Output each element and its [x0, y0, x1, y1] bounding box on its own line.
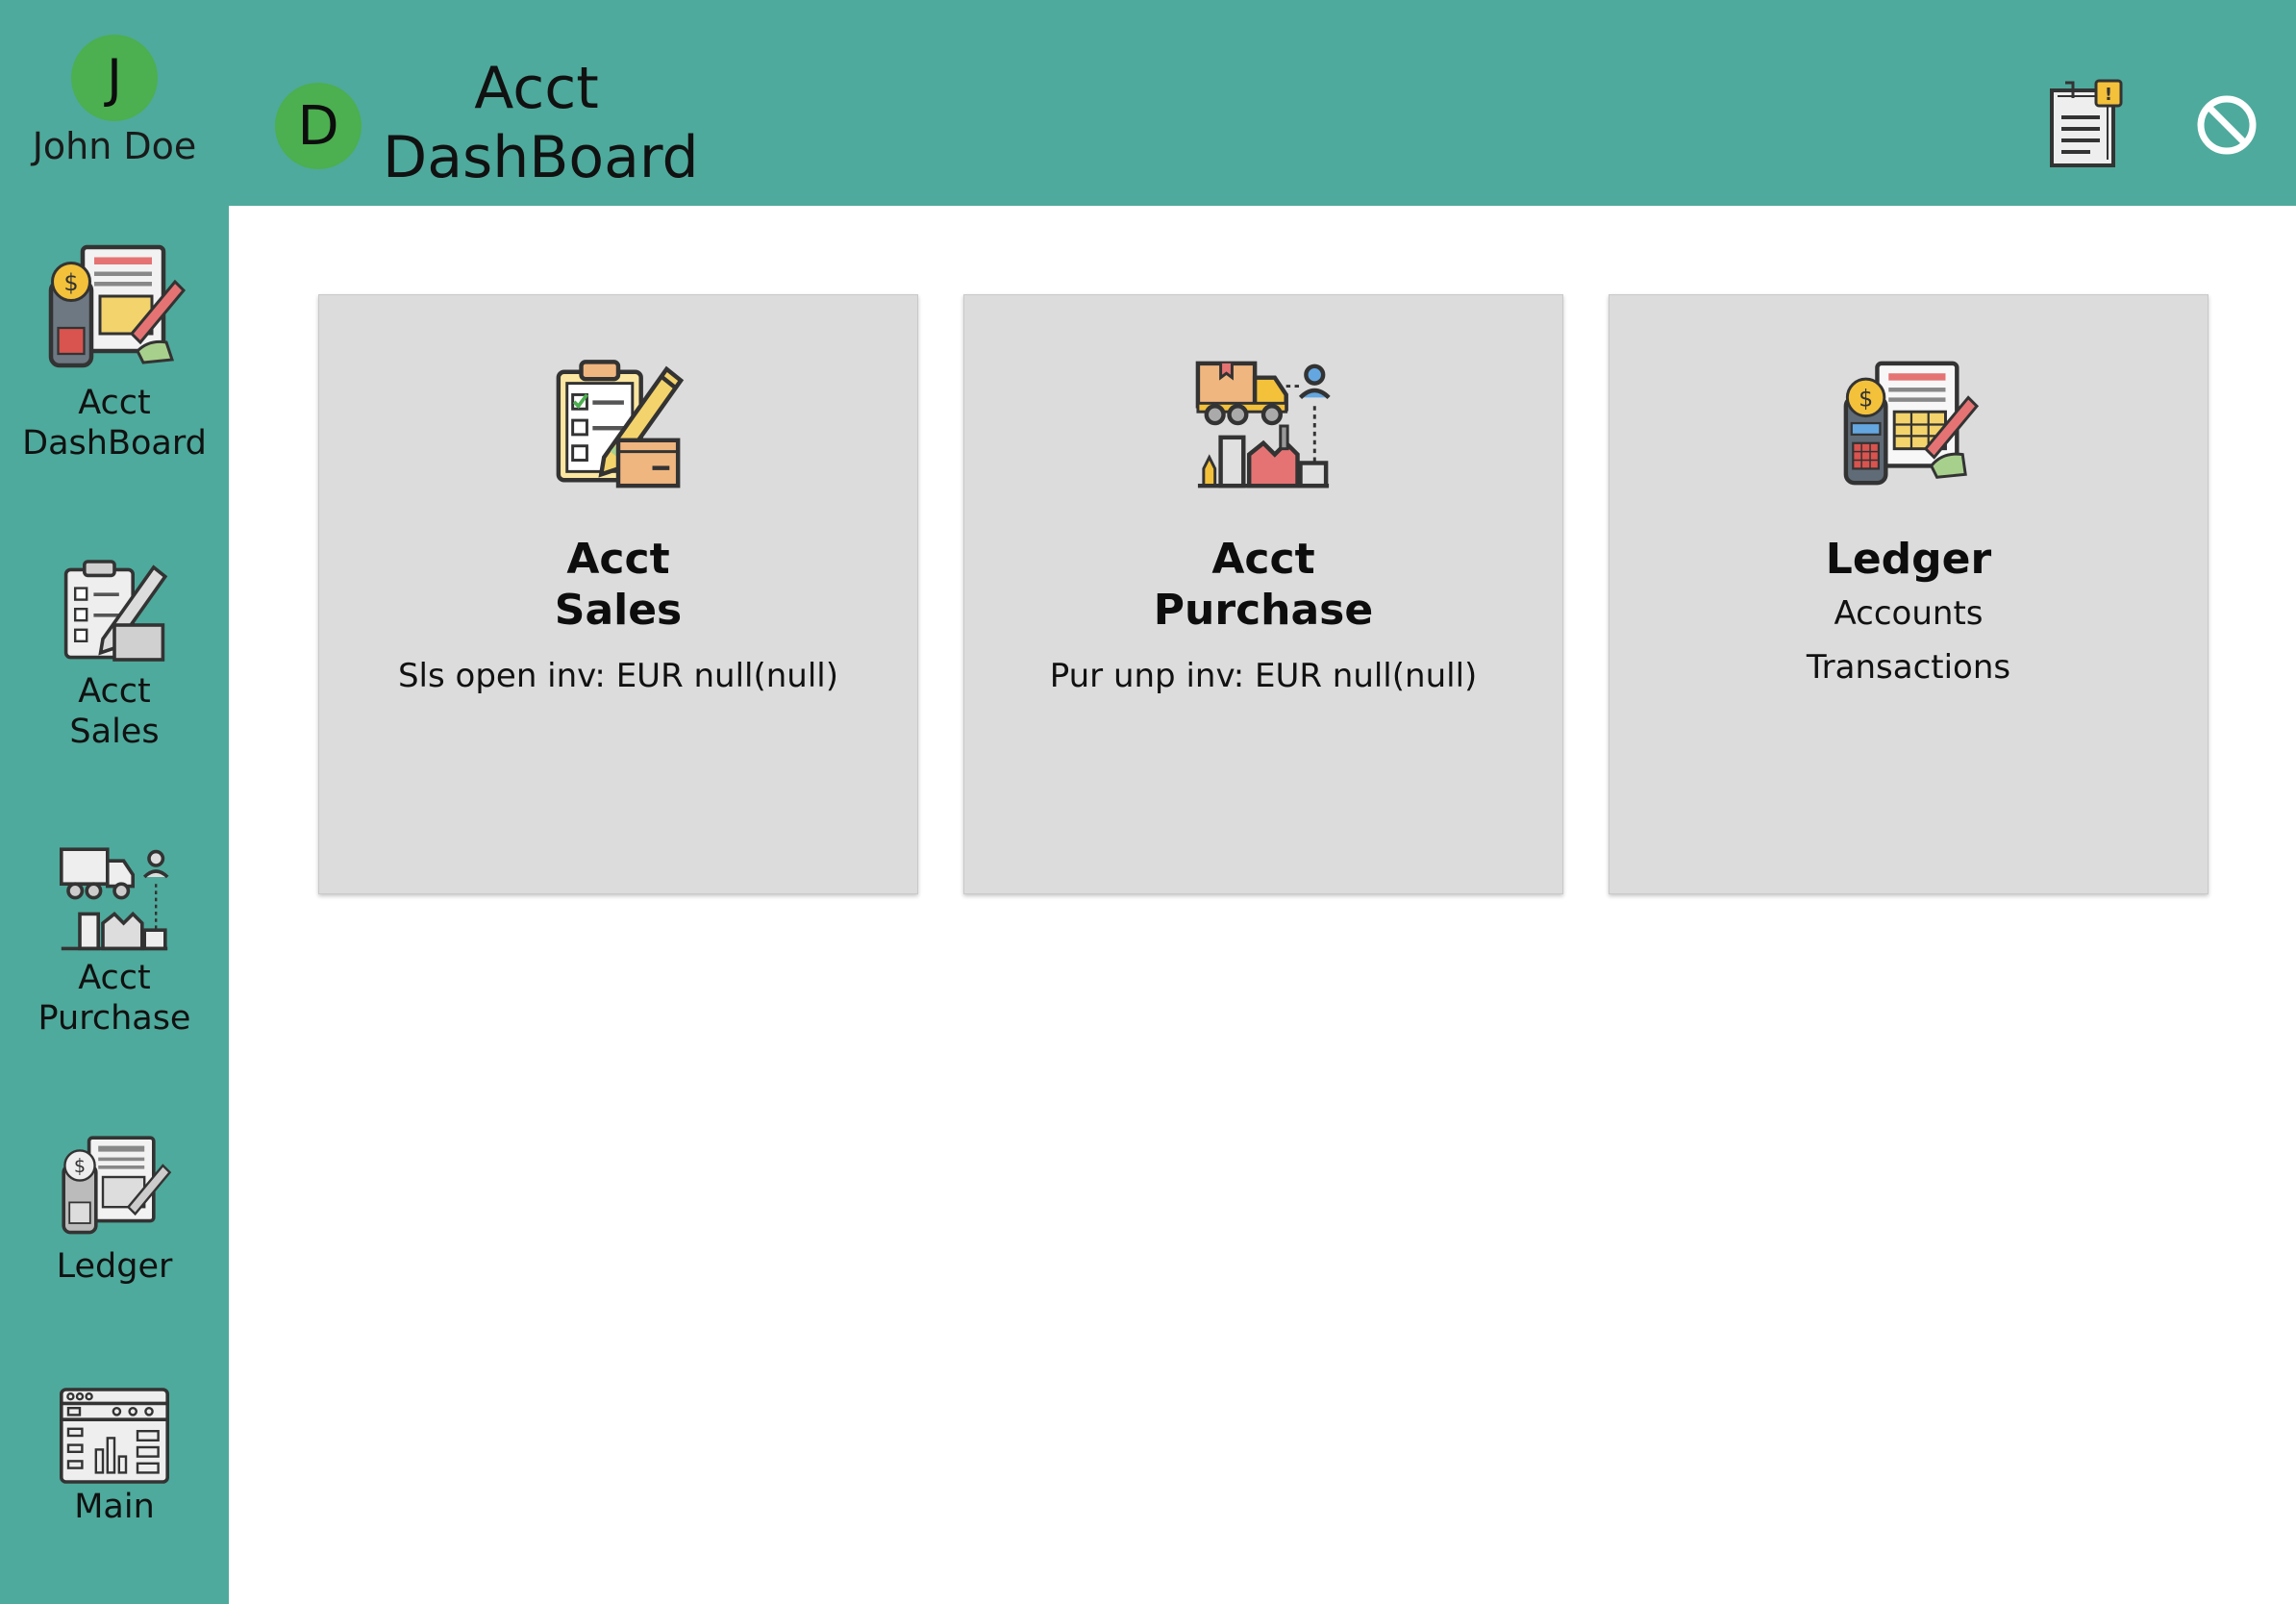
user-profile[interactable]: J John Doe: [0, 35, 229, 167]
block-button[interactable]: [2196, 94, 2258, 160]
sidebar-item-label: Acct Purchase: [37, 959, 191, 1038]
svg-text:$: $: [1859, 385, 1873, 412]
svg-text:$: $: [74, 1155, 86, 1177]
svg-text:!: !: [2105, 85, 2112, 105]
sidebar-item-ledger[interactable]: $ Ledger: [0, 1131, 229, 1287]
card-acct-purchase[interactable]: Acct Purchase Pur unp inv: EUR null(null…: [963, 294, 1563, 894]
sidebar-item-main[interactable]: Main: [0, 1385, 229, 1527]
sidebar-item-label: Acct Sales: [69, 672, 160, 751]
card-acct-sales[interactable]: Acct Sales Sls open inv: EUR null(null): [318, 294, 918, 894]
ledger-payment-icon: $: [1843, 361, 1980, 486]
svg-text:$: $: [63, 269, 78, 296]
notes-alert-icon: !: [2050, 79, 2123, 167]
purchase-truck-icon: [60, 847, 169, 951]
card-subtitle: Pur unp inv: EUR null(null): [1049, 657, 1478, 695]
block-icon: [2197, 95, 2257, 155]
card-title: Acct Sales: [554, 535, 683, 635]
page-title: Acct DashBoard: [383, 55, 699, 191]
card-title: Acct Purchase: [1153, 535, 1374, 635]
sidebar-item-label: Ledger: [56, 1247, 173, 1286]
page-avatar: D: [275, 83, 362, 169]
sidebar-item-label: Main: [74, 1488, 155, 1526]
ledger-payment-icon: $: [48, 244, 187, 368]
dashboard-window-icon: [60, 1388, 169, 1484]
purchase-truck-icon: [1195, 361, 1331, 489]
notes-button[interactable]: !: [2044, 79, 2125, 175]
ledger-payment-icon: $: [62, 1136, 172, 1235]
sidebar: J John Doe $ Acct DashBoard Acct Sales A…: [0, 0, 229, 1604]
sidebar-item-acct-dashboard[interactable]: $ Acct DashBoard: [0, 238, 229, 464]
sales-clipboard-icon: [556, 360, 685, 489]
user-name: John Doe: [32, 125, 197, 167]
card-subtitle: Sls open inv: EUR null(null): [397, 657, 839, 695]
sidebar-item-label: Acct DashBoard: [22, 384, 207, 463]
card-subtitle: Accounts Transactions: [1806, 594, 2011, 687]
card-ledger[interactable]: $ Ledger Accounts Transactions: [1609, 294, 2209, 894]
sidebar-item-acct-purchase[interactable]: Acct Purchase: [0, 842, 229, 1039]
sidebar-item-acct-sales[interactable]: Acct Sales: [0, 556, 229, 752]
sales-clipboard-icon: [63, 560, 168, 662]
user-avatar[interactable]: J: [71, 35, 158, 121]
card-title: Ledger: [1825, 535, 1992, 584]
top-bar: D Acct DashBoard !: [229, 0, 2296, 206]
